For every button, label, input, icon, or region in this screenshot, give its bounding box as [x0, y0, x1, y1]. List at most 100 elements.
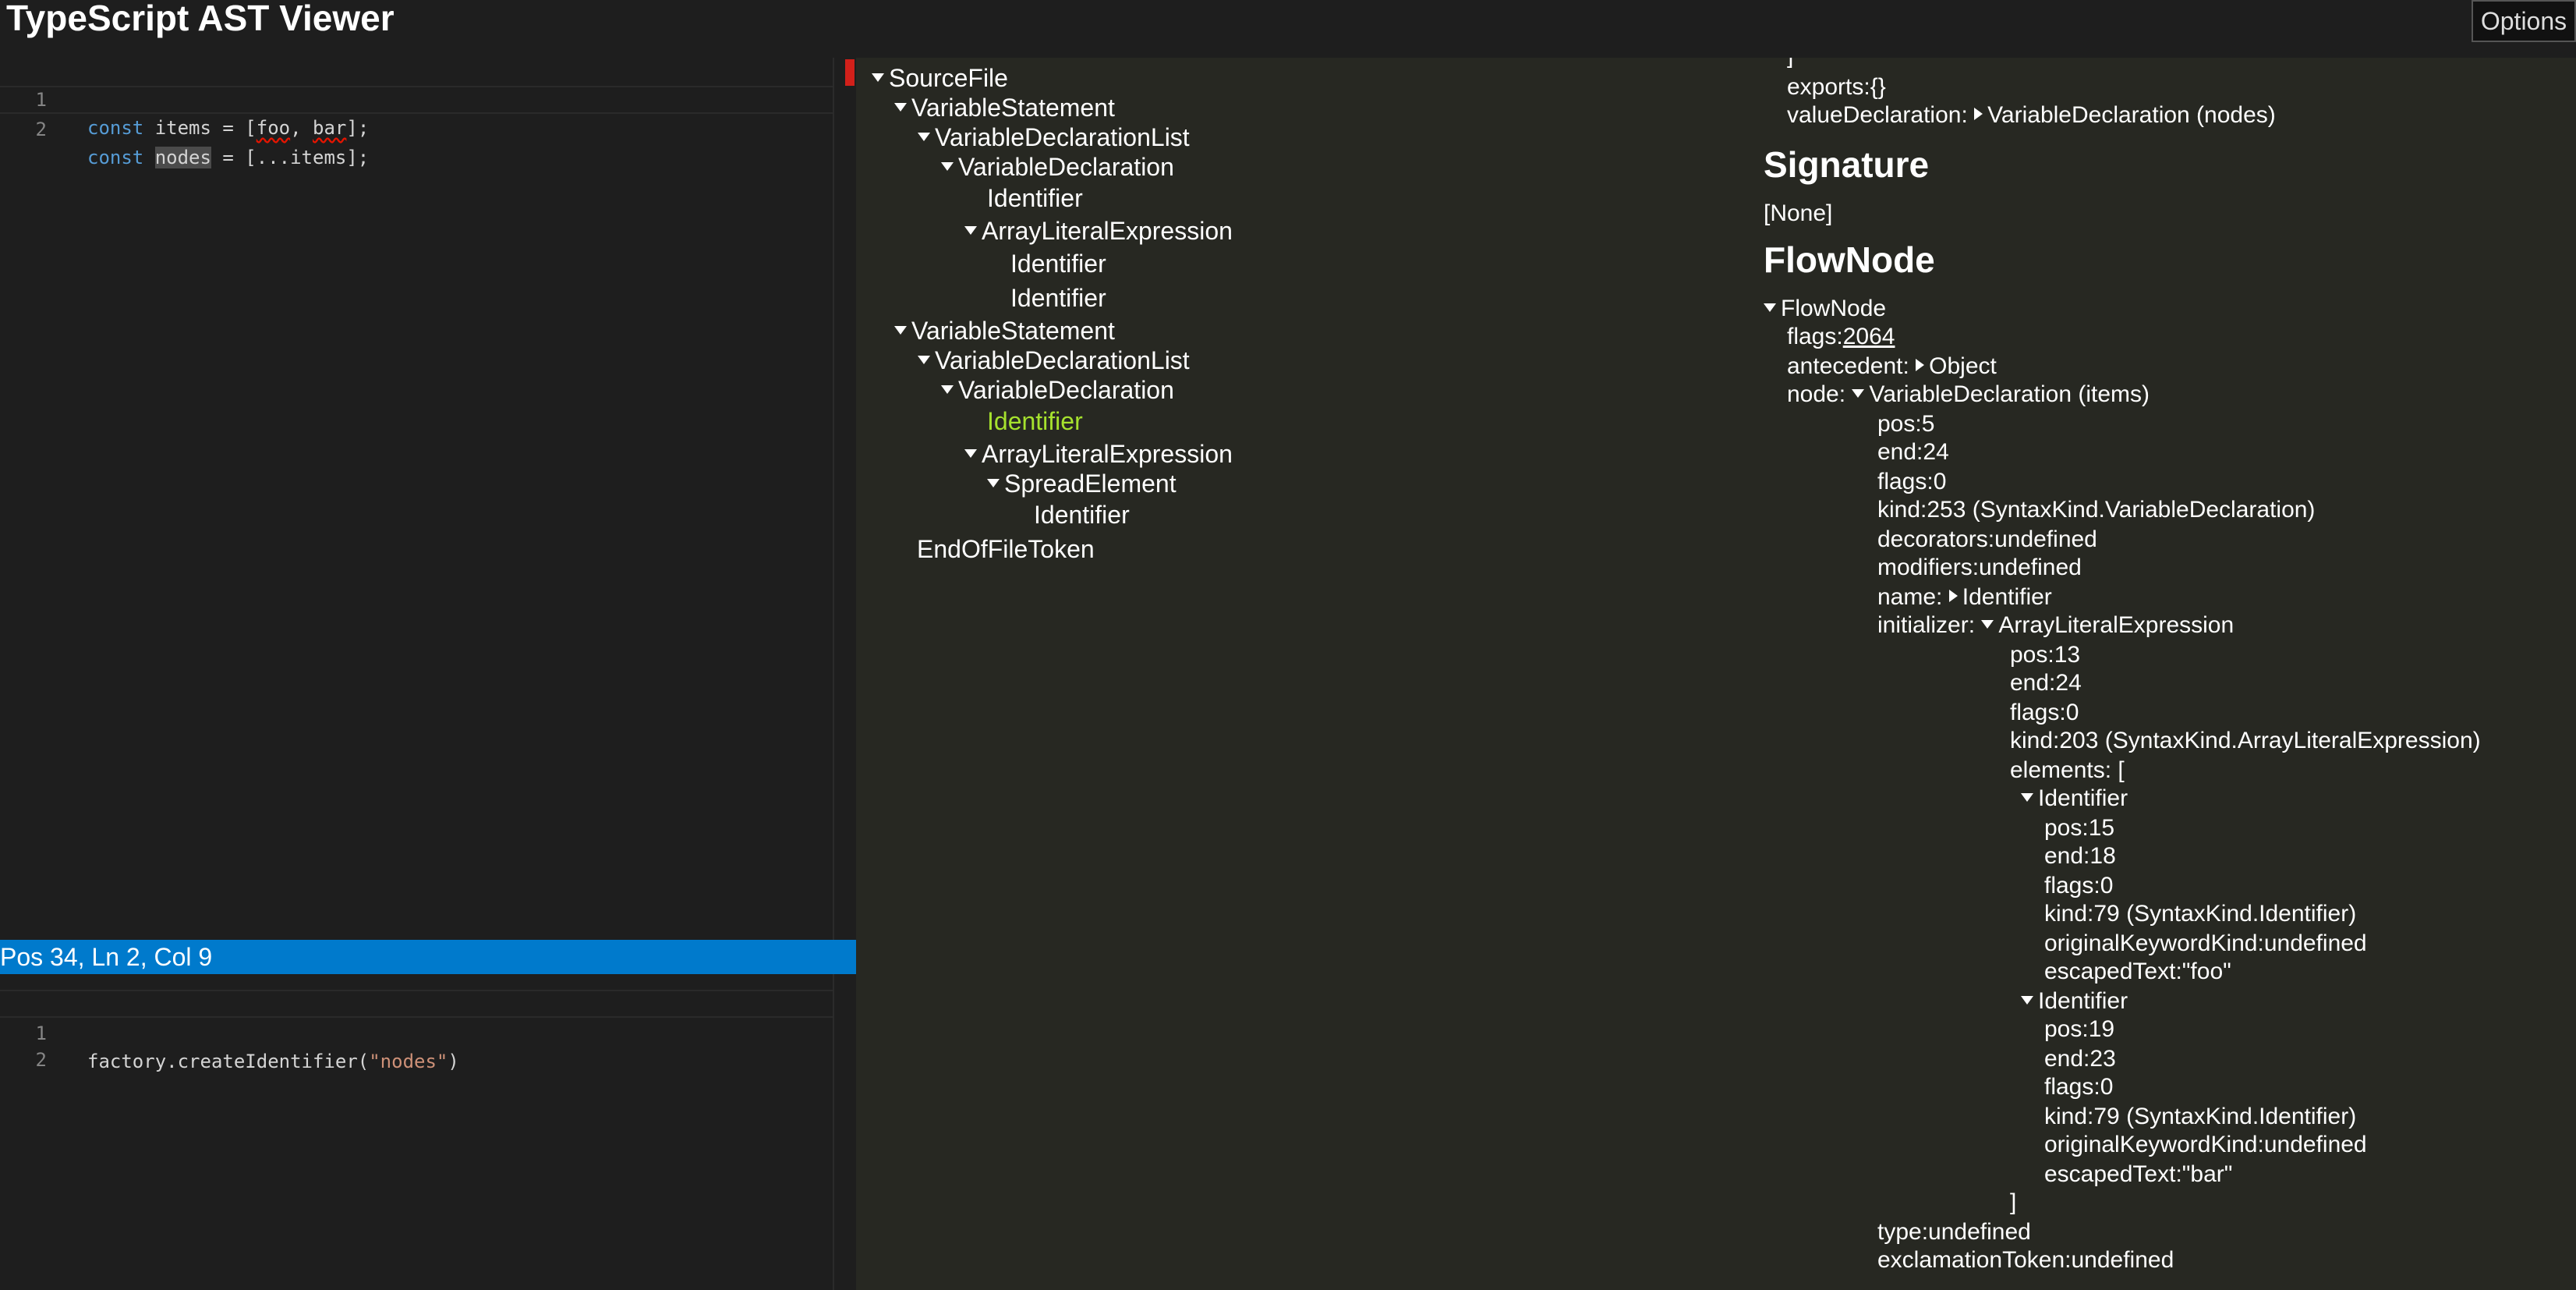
- app-title: TypeScript AST Viewer: [6, 0, 395, 38]
- prop-row: kind:79 (SyntaxKind.Identifier): [2044, 901, 2357, 927]
- expanded-caret-icon[interactable]: [987, 479, 1000, 488]
- tree-node-leaf[interactable]: Identifier: [987, 183, 1083, 214]
- signature-value: [None]: [1764, 200, 1833, 226]
- prop-name[interactable]: name: Identifier: [1877, 583, 2052, 611]
- expanded-caret-icon[interactable]: [872, 73, 884, 83]
- tree-node[interactable]: VariableDeclarationList: [918, 345, 1190, 376]
- string-literal: "nodes": [369, 1051, 448, 1072]
- code-fragment: [143, 147, 154, 168]
- expanded-caret-icon[interactable]: [1852, 388, 1865, 398]
- expanded-caret-icon[interactable]: [941, 385, 954, 395]
- prop-row: end:24: [1877, 439, 1949, 465]
- code-fragment: ): [448, 1051, 459, 1072]
- prop-row: escapedText:"bar": [2044, 1161, 2233, 1187]
- code-text[interactable]: const nodes = [...items];: [87, 144, 369, 172]
- tree-node[interactable]: VariableDeclarationList: [918, 122, 1190, 153]
- tree-node-leaf[interactable]: Identifier: [1034, 499, 1130, 530]
- app-header: TypeScript AST Viewer Options: [0, 0, 2576, 58]
- tree-node-selected[interactable]: Identifier: [987, 406, 1083, 437]
- tree-node[interactable]: VariableDeclaration: [941, 374, 1174, 406]
- expanded-caret-icon[interactable]: [894, 103, 907, 112]
- code-line[interactable]: 1 const items = [foo, bar];: [0, 58, 856, 139]
- code-text[interactable]: const items = [foo, bar];: [87, 114, 369, 142]
- tree-node-sourcefile[interactable]: SourceFile: [872, 62, 1008, 94]
- prop-row: kind:203 (SyntaxKind.ArrayLiteralExpress…: [2010, 728, 2481, 753]
- code-fragment: ];: [346, 117, 370, 139]
- prop-value-declaration[interactable]: valueDeclaration: VariableDeclaration (n…: [1787, 101, 2276, 129]
- prop-row: decorators:undefined: [1877, 526, 2097, 552]
- prop-node[interactable]: node: VariableDeclaration (items): [1787, 381, 2150, 409]
- collapsed-caret-icon[interactable]: [1974, 108, 1983, 121]
- prop-row: type:undefined: [1877, 1219, 2031, 1245]
- prop-row: originalKeywordKind:undefined: [2044, 1132, 2367, 1157]
- error-identifier: foo: [256, 117, 291, 139]
- prop-row: end:24: [2010, 670, 2082, 696]
- collapsed-caret-icon[interactable]: [1916, 359, 1925, 372]
- prop-row: end:18: [2044, 843, 2116, 869]
- code-line[interactable]: 2: [0, 1018, 856, 1071]
- expanded-caret-icon[interactable]: [1981, 619, 1994, 629]
- tree-node[interactable]: VariableStatement: [894, 315, 1115, 346]
- prop-row: escapedText:"foo": [2044, 959, 2231, 984]
- expanded-caret-icon[interactable]: [964, 449, 977, 459]
- prop-elements-open: elements: [: [2010, 757, 2125, 783]
- tree-node[interactable]: ArrayLiteralExpression: [964, 438, 1233, 470]
- prop-flags: flags:2064: [1787, 324, 1895, 349]
- element-identifier[interactable]: Identifier: [2021, 785, 2128, 813]
- expanded-caret-icon[interactable]: [918, 356, 930, 365]
- prop-row: flags:0: [2044, 1074, 2114, 1100]
- code-line-current[interactable]: 1 factory.createIdentifier("nodes"): [0, 990, 856, 1072]
- line-number: 2: [35, 119, 47, 140]
- collapsed-caret-icon[interactable]: [1948, 590, 1958, 603]
- code-fragment: factory.createIdentifier(: [87, 1051, 370, 1072]
- expanded-caret-icon[interactable]: [941, 162, 954, 172]
- line-number: 2: [35, 1049, 47, 1071]
- tree-node-leaf[interactable]: Identifier: [1010, 248, 1106, 279]
- flownode-root[interactable]: FlowNode: [1764, 295, 1886, 323]
- prop-initializer[interactable]: initializer: ArrayLiteralExpression: [1877, 611, 2234, 640]
- prop-row: kind:79 (SyntaxKind.Identifier): [2044, 1104, 2357, 1129]
- prop-row: kind:253 (SyntaxKind.VariableDeclaration…: [1877, 497, 2316, 523]
- error-marker: [845, 59, 855, 86]
- prop-row: pos:5: [1877, 411, 1935, 437]
- code-fragment: ,: [290, 117, 313, 139]
- properties-pane: ] exports:{} valueDeclaration: VariableD…: [1717, 58, 2576, 1290]
- tree-node[interactable]: VariableStatement: [894, 92, 1115, 123]
- editor-scrollbar[interactable]: [833, 58, 858, 940]
- prop-row: pos:13: [2010, 642, 2081, 668]
- prop-row: exclamationToken:undefined: [1877, 1247, 2174, 1273]
- code-text[interactable]: factory.createIdentifier("nodes"): [87, 1047, 459, 1076]
- editor-pane: 1 const items = [foo, bar]; 2 const node…: [0, 58, 858, 1290]
- bracket: ]: [1787, 58, 1793, 70]
- expanded-caret-icon[interactable]: [2021, 995, 2033, 1005]
- prop-row: modifiers:undefined: [1877, 555, 2082, 580]
- status-bar: Pos 34, Ln 2, Col 9: [0, 940, 856, 974]
- keyword: const: [87, 147, 144, 168]
- highlighted-identifier: nodes: [154, 147, 211, 168]
- tree-node[interactable]: SpreadElement: [987, 468, 1177, 499]
- expanded-caret-icon[interactable]: [1764, 303, 1776, 312]
- prop-row: flags:0: [2044, 873, 2114, 898]
- code-line-current[interactable]: 2 const nodes = [...items];: [0, 86, 856, 168]
- flownode-heading: FlowNode: [1764, 239, 1935, 280]
- tree-node[interactable]: ArrayLiteralExpression: [964, 215, 1233, 246]
- prop-elements-close: ]: [2010, 1189, 2017, 1215]
- prop-row: pos:19: [2044, 1016, 2115, 1042]
- expanded-caret-icon[interactable]: [964, 226, 977, 236]
- prop-row: flags:0: [1877, 469, 1947, 494]
- prop-antecedent[interactable]: antecedent: Object: [1787, 353, 1997, 381]
- code-editor[interactable]: 1 const items = [foo, bar]; 2 const node…: [0, 58, 858, 940]
- element-identifier[interactable]: Identifier: [2021, 987, 2128, 1015]
- expanded-caret-icon[interactable]: [918, 133, 930, 142]
- tree-node[interactable]: VariableDeclaration: [941, 151, 1174, 183]
- prop-row: pos:15: [2044, 815, 2115, 841]
- factory-code-editor[interactable]: 1 factory.createIdentifier("nodes") 2: [0, 974, 858, 1290]
- prop-row: originalKeywordKind:undefined: [2044, 930, 2367, 956]
- error-identifier: bar: [313, 117, 347, 139]
- tree-node-leaf[interactable]: Identifier: [1010, 282, 1106, 314]
- tree-node-leaf[interactable]: EndOfFileToken: [917, 533, 1095, 565]
- options-button[interactable]: Options: [2472, 0, 2576, 42]
- editor-scrollbar[interactable]: [833, 974, 858, 1290]
- expanded-caret-icon[interactable]: [2021, 792, 2033, 802]
- expanded-caret-icon[interactable]: [894, 326, 907, 335]
